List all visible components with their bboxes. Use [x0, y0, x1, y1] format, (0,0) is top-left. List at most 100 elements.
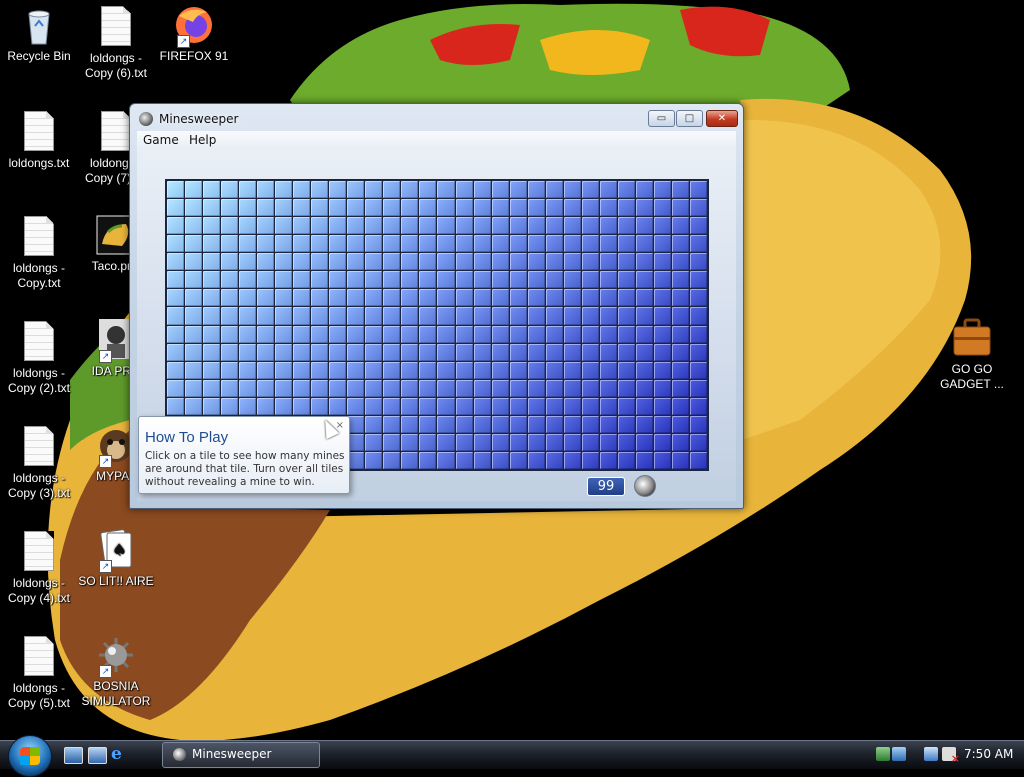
minefield-tile[interactable]	[203, 217, 221, 235]
minefield-tile[interactable]	[401, 271, 419, 289]
minefield-tile[interactable]	[671, 199, 689, 217]
minefield-tile[interactable]	[419, 235, 437, 253]
minefield-tile[interactable]	[563, 307, 581, 325]
minefield-tile[interactable]	[275, 307, 293, 325]
minefield-tile[interactable]	[437, 379, 455, 397]
minefield-tile[interactable]	[437, 217, 455, 235]
minefield-tile[interactable]	[473, 217, 491, 235]
minefield-tile[interactable]	[671, 379, 689, 397]
minefield-tile[interactable]	[257, 235, 275, 253]
minefield-tile[interactable]	[527, 253, 545, 271]
minefield-tile[interactable]	[293, 235, 311, 253]
minefield-tile[interactable]	[329, 253, 347, 271]
minefield-tile[interactable]	[311, 181, 329, 199]
clock[interactable]: 7:50 AM	[964, 747, 1013, 761]
minefield-tile[interactable]	[491, 397, 509, 415]
minefield-tile[interactable]	[509, 343, 527, 361]
minefield-tile[interactable]	[473, 433, 491, 451]
minefield-tile[interactable]	[599, 379, 617, 397]
minefield-tile[interactable]	[257, 343, 275, 361]
minefield-tile[interactable]	[599, 181, 617, 199]
network-icon[interactable]	[924, 747, 938, 761]
minefield-tile[interactable]	[491, 271, 509, 289]
minefield-tile[interactable]	[419, 253, 437, 271]
minefield-tile[interactable]	[167, 181, 185, 199]
minefield-tile[interactable]	[365, 343, 383, 361]
minefield-tile[interactable]	[509, 379, 527, 397]
minefield-tile[interactable]	[275, 343, 293, 361]
minefield-tile[interactable]	[635, 379, 653, 397]
minefield-tile[interactable]	[653, 253, 671, 271]
minefield-tile[interactable]	[581, 271, 599, 289]
minefield-tile[interactable]	[185, 379, 203, 397]
minefield-tile[interactable]	[167, 217, 185, 235]
minefield-tile[interactable]	[671, 307, 689, 325]
minefield-tile[interactable]	[617, 451, 635, 469]
minefield-tile[interactable]	[383, 451, 401, 469]
minefield-tile[interactable]	[293, 271, 311, 289]
minefield-tile[interactable]	[473, 397, 491, 415]
menu-help[interactable]: Help	[189, 133, 216, 147]
minefield-tile[interactable]	[509, 253, 527, 271]
minefield-tile[interactable]	[509, 325, 527, 343]
minefield-tile[interactable]	[545, 361, 563, 379]
minefield-tile[interactable]	[581, 199, 599, 217]
minefield-tile[interactable]	[347, 325, 365, 343]
minefield-tile[interactable]	[653, 325, 671, 343]
minefield-tile[interactable]	[401, 289, 419, 307]
minefield-tile[interactable]	[599, 433, 617, 451]
minefield-tile[interactable]	[239, 343, 257, 361]
minefield-tile[interactable]	[293, 307, 311, 325]
minefield-tile[interactable]	[437, 397, 455, 415]
minefield-tile[interactable]	[437, 307, 455, 325]
minefield-tile[interactable]	[167, 307, 185, 325]
minefield-tile[interactable]	[527, 307, 545, 325]
minefield-tile[interactable]	[437, 289, 455, 307]
minefield-tile[interactable]	[311, 343, 329, 361]
switch-windows-icon[interactable]	[88, 747, 107, 764]
minefield-tile[interactable]	[311, 199, 329, 217]
minefield-tile[interactable]	[329, 361, 347, 379]
minefield-tile[interactable]	[545, 271, 563, 289]
minefield-tile[interactable]	[689, 253, 707, 271]
minefield-tile[interactable]	[311, 325, 329, 343]
minefield-tile[interactable]	[257, 397, 275, 415]
close-button[interactable]: ✕	[706, 110, 738, 127]
minefield-tile[interactable]	[239, 397, 257, 415]
minefield-tile[interactable]	[527, 235, 545, 253]
internet-explorer-icon[interactable]: e	[111, 746, 128, 763]
minefield-tile[interactable]	[689, 397, 707, 415]
minefield-tile[interactable]	[563, 415, 581, 433]
minefield-tile[interactable]	[221, 343, 239, 361]
minefield-tile[interactable]	[293, 199, 311, 217]
minefield-tile[interactable]	[221, 235, 239, 253]
minefield-tile[interactable]	[365, 217, 383, 235]
minefield-tile[interactable]	[203, 181, 221, 199]
minefield-tile[interactable]	[383, 379, 401, 397]
minefield-tile[interactable]	[239, 199, 257, 217]
minefield-tile[interactable]	[473, 325, 491, 343]
minefield-tile[interactable]	[491, 415, 509, 433]
minefield-tile[interactable]	[563, 397, 581, 415]
minefield-tile[interactable]	[653, 415, 671, 433]
minefield-tile[interactable]	[419, 217, 437, 235]
minefield-tile[interactable]	[473, 235, 491, 253]
minefield-tile[interactable]	[599, 307, 617, 325]
minefield-tile[interactable]	[491, 253, 509, 271]
minefield-tile[interactable]	[635, 217, 653, 235]
minefield-tile[interactable]	[365, 271, 383, 289]
minefield-tile[interactable]	[401, 307, 419, 325]
minefield-tile[interactable]	[257, 325, 275, 343]
minefield-tile[interactable]	[293, 379, 311, 397]
minefield-tile[interactable]	[221, 397, 239, 415]
minefield-tile[interactable]	[203, 271, 221, 289]
desktop-icon-firefox[interactable]: ↗ FIREFOX 91	[154, 4, 234, 64]
minefield-tile[interactable]	[311, 361, 329, 379]
minefield-tile[interactable]	[221, 379, 239, 397]
minefield-tile[interactable]	[401, 325, 419, 343]
minefield-tile[interactable]	[671, 415, 689, 433]
minefield-tile[interactable]	[491, 199, 509, 217]
minefield-tile[interactable]	[401, 397, 419, 415]
minefield-tile[interactable]	[653, 433, 671, 451]
minefield-tile[interactable]	[689, 307, 707, 325]
